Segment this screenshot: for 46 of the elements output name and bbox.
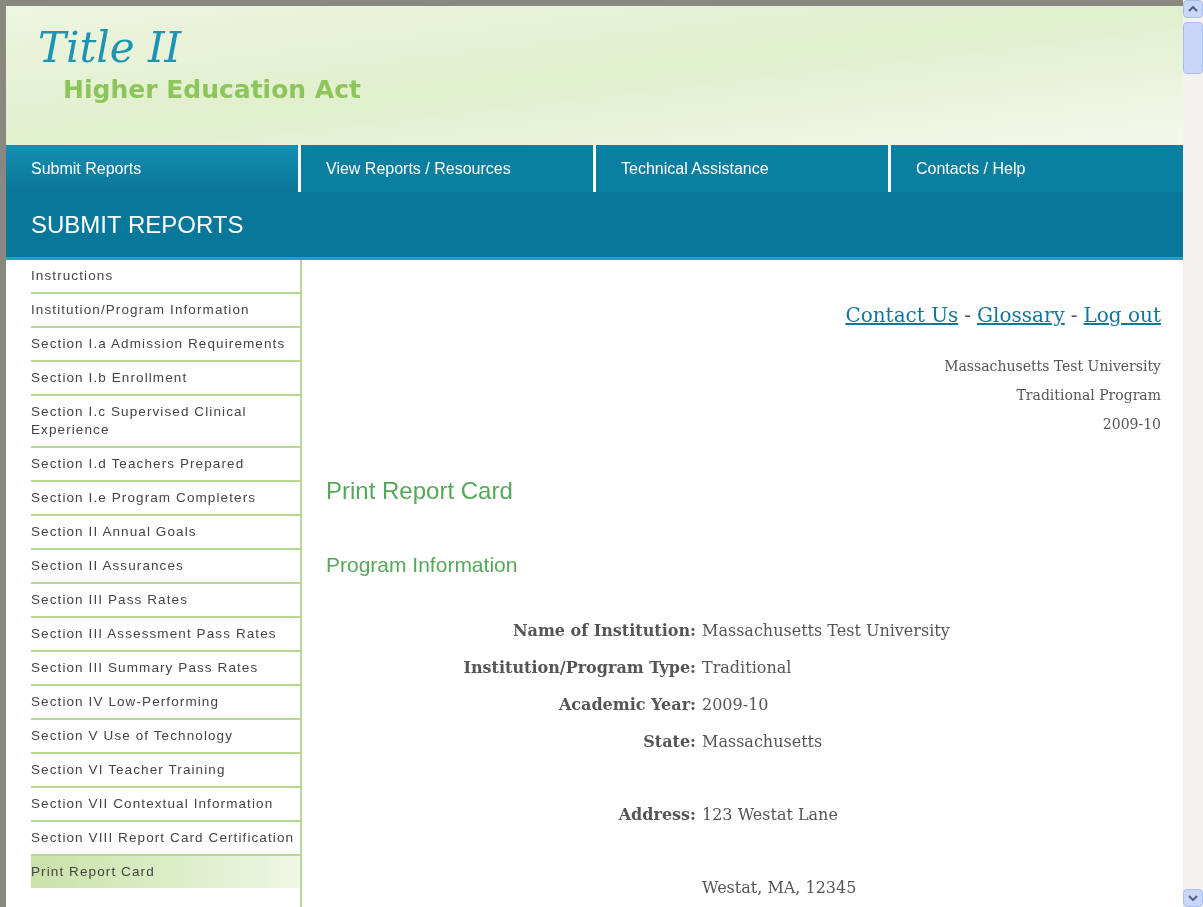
sidebar-item[interactable]: Section III Pass Rates (31, 584, 300, 618)
sidebar-item[interactable]: Section II Annual Goals (31, 516, 300, 550)
header-link[interactable]: Log out (1083, 300, 1161, 330)
sidebar-item[interactable]: Print Report Card (31, 856, 300, 888)
scrollbar[interactable] (1183, 0, 1203, 907)
sidebar-item[interactable]: Section I.a Admission Requirements (31, 328, 300, 362)
sidebar-item[interactable]: Section V Use of Technology (31, 720, 300, 754)
link-separator: - (1070, 302, 1078, 329)
field-value: Massachusetts Test University (702, 619, 950, 642)
sidebar-item[interactable]: Section I.d Teachers Prepared (31, 448, 300, 482)
context-text: Massachusetts Test University (944, 357, 1161, 376)
field-value: Traditional (702, 656, 792, 679)
site-subtitle: Higher Education Act (63, 74, 361, 106)
context-text: 2009-10 (1102, 415, 1161, 434)
page-title: Print Report Card (326, 476, 514, 506)
scroll-down-icon[interactable] (1183, 889, 1203, 907)
section-title: SUBMIT REPORTS (31, 209, 244, 240)
sidebar-item[interactable]: Section III Summary Pass Rates (31, 652, 300, 686)
field-value: 123 Westat Lane (702, 803, 838, 826)
field-label: Address: (618, 804, 696, 824)
sidebar-item[interactable]: Section VII Contextual Information (31, 788, 300, 822)
scroll-up-icon[interactable] (1183, 0, 1203, 18)
sidebar-item[interactable]: Section I.c Supervised Clinical Experience (31, 396, 300, 448)
sidebar-item[interactable]: Section I.e Program Completers (31, 482, 300, 516)
field-label: Academic Year: (558, 694, 696, 714)
site-title: Title II (38, 22, 182, 74)
field-value: Massachusetts (702, 730, 823, 753)
field-value: 2009-10 (702, 693, 769, 716)
sidebar-item[interactable]: Section VI Teacher Training (31, 754, 300, 788)
sidebar-item[interactable]: Section III Assessment Pass Rates (31, 618, 300, 652)
link-separator: - (964, 302, 972, 329)
sidebar-item[interactable]: Instructions (31, 260, 300, 294)
field-label: Name of Institution: (512, 620, 696, 640)
context-text: Traditional Program (1016, 386, 1161, 405)
scroll-thumb[interactable] (1183, 22, 1203, 74)
sidebar-item[interactable]: Section II Assurances (31, 550, 300, 584)
section-subheading: Program Information (326, 552, 519, 578)
field-label: Institution/Program Type: (463, 657, 696, 677)
sidebar-item[interactable]: Section I.b Enrollment (31, 362, 300, 396)
sidebar-item[interactable]: Section IV Low-Performing (31, 686, 300, 720)
field-label: State: (643, 731, 696, 751)
header-link[interactable]: Contact Us (845, 300, 959, 330)
sidebar-item[interactable]: Institution/Program Information (31, 294, 300, 328)
field-value: Westat, MA, 12345 (702, 876, 857, 899)
nav-tab[interactable]: Submit Reports (6, 145, 298, 192)
header-link[interactable]: Glossary (977, 300, 1065, 330)
